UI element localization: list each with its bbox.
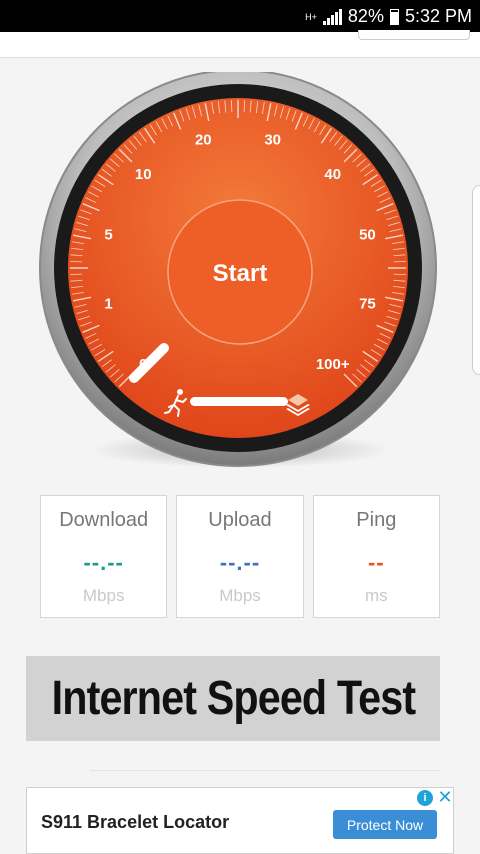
gauge-scale-label: 0 bbox=[139, 356, 147, 373]
download-title: Download bbox=[59, 509, 149, 531]
results-panel: Download --.-- Mbps Upload --.-- Mbps Pi… bbox=[40, 495, 440, 618]
gauge-scale-label: 75 bbox=[359, 296, 376, 313]
top-toolbar bbox=[0, 30, 480, 58]
clock: 5:32 PM bbox=[404, 6, 472, 26]
side-panel-handle[interactable] bbox=[472, 185, 480, 375]
speed-gauge: Start 0 1 5 10 20 30 40 50 75 100+ bbox=[38, 69, 438, 472]
toolbar-button[interactable] bbox=[358, 30, 470, 40]
gauge-scale-label: 10 bbox=[135, 166, 152, 183]
gauge-scale-label: 5 bbox=[104, 226, 112, 243]
gauge-scale-label: 1 bbox=[104, 296, 112, 313]
close-icon[interactable]: ✕ bbox=[437, 788, 453, 806]
gauge-svg: Start 0 1 5 10 20 30 40 50 75 100+ bbox=[39, 69, 437, 468]
battery-icon bbox=[389, 8, 399, 25]
network-type-icon: H+ bbox=[305, 11, 317, 22]
status-bar: H+ 82% 5:32 PM bbox=[0, 0, 480, 32]
status-icons: H+ 82% 5:32 PM bbox=[305, 6, 472, 27]
download-unit: Mbps bbox=[82, 586, 125, 605]
divider bbox=[90, 770, 440, 771]
progress-track bbox=[190, 397, 288, 406]
ping-value: -- bbox=[367, 550, 385, 575]
gauge-scale-label: 20 bbox=[195, 132, 212, 149]
battery-percent: 82% bbox=[347, 6, 384, 26]
download-value: --.-- bbox=[83, 550, 124, 575]
gauge-scale-label: 30 bbox=[264, 132, 281, 149]
start-button-label[interactable]: Start bbox=[213, 260, 268, 287]
upload-title: Upload bbox=[208, 509, 272, 531]
upload-unit: Mbps bbox=[219, 586, 261, 605]
gauge-scale-label: 40 bbox=[324, 166, 341, 183]
upload-value: --.-- bbox=[219, 550, 261, 575]
ad-banner[interactable]: S911 Bracelet Locator Protect Now i ✕ bbox=[26, 787, 454, 854]
ping-stat: Ping -- ms bbox=[312, 495, 440, 618]
app-title: Internet Speed Test bbox=[51, 672, 416, 725]
upload-stat: Upload --.-- Mbps bbox=[176, 495, 304, 618]
gauge-scale-label: 50 bbox=[359, 226, 376, 243]
ping-title: Ping bbox=[356, 509, 397, 531]
info-icon[interactable]: i bbox=[417, 790, 433, 806]
gauge-scale-label: 100+ bbox=[316, 356, 350, 373]
signal-icon bbox=[322, 8, 342, 25]
ad-cta-button[interactable]: Protect Now bbox=[333, 810, 437, 839]
ping-unit: ms bbox=[364, 586, 388, 605]
download-stat: Download --.-- Mbps bbox=[40, 495, 168, 618]
app-title-banner: Internet Speed Test bbox=[26, 656, 440, 741]
ad-title[interactable]: S911 Bracelet Locator bbox=[41, 812, 229, 833]
